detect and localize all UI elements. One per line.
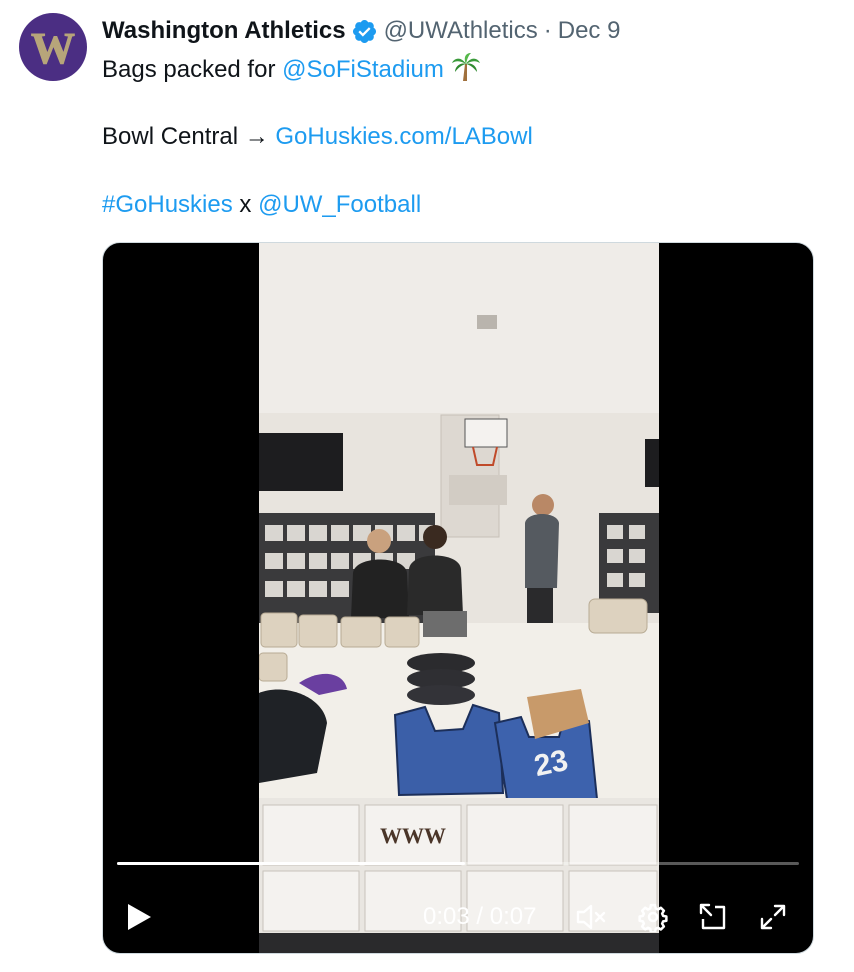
jersey-number: 23 <box>531 744 571 783</box>
svg-text:WWW: WWW <box>380 823 446 848</box>
video-controls: 0:03 / 0:07 <box>103 887 813 943</box>
video-progress-bar[interactable] <box>117 862 799 865</box>
text-plain: Bags packed for <box>102 56 283 83</box>
fullscreen-expand-icon <box>760 904 786 930</box>
tweet-text: Bags packed for @SoFiStadium Bowl Centra… <box>102 52 822 222</box>
tweet-text-line-3: #GoHuskies x @UW_Football <box>102 188 822 222</box>
video-player[interactable]: 23 WWW 0:03 / 0:07 <box>102 242 814 954</box>
video-still: 23 WWW <box>259 243 659 953</box>
palm-tree-icon <box>451 53 480 81</box>
play-button[interactable] <box>121 899 157 935</box>
fullscreen-button[interactable] <box>755 899 791 935</box>
mention-link-uw-football[interactable]: @UW_Football <box>258 191 421 218</box>
dock-icon <box>699 903 726 930</box>
speaker-muted-icon <box>576 904 606 930</box>
author-display-name[interactable]: Washington Athletics <box>102 14 346 48</box>
tweet-card[interactable]: W Washington Athletics @UWAthletics · De… <box>0 0 854 972</box>
video-progress-fill <box>117 862 465 865</box>
hashtag-link-gohuskies[interactable]: #GoHuskies <box>102 191 233 218</box>
video-time-display: 0:03 / 0:07 <box>423 903 537 930</box>
author-handle[interactable]: @UWAthletics <box>384 14 538 48</box>
mute-button[interactable] <box>573 899 609 935</box>
tweet-text-line-2: Bowl Central → GoHuskies.com/LABowl <box>102 120 822 154</box>
video-frame[interactable]: 23 WWW <box>259 243 659 953</box>
settings-button[interactable] <box>635 899 671 935</box>
tweet-timestamp[interactable]: Dec 9 <box>558 14 621 48</box>
play-icon <box>128 904 151 930</box>
mention-link-sofistadium[interactable]: @SoFiStadium <box>282 56 444 83</box>
dock-video-button[interactable] <box>695 899 731 935</box>
gear-icon <box>638 903 668 932</box>
verified-badge-icon[interactable] <box>351 18 378 45</box>
uw-w-logo-icon: W <box>31 25 76 69</box>
svg-text:W: W <box>31 25 75 69</box>
tweet-header: Washington Athletics @UWAthletics · Dec … <box>102 14 620 48</box>
url-link-labowl[interactable]: GoHuskies.com/LABowl <box>275 123 532 150</box>
text-plain: x <box>232 191 259 218</box>
header-separator: · <box>543 17 552 44</box>
text-plain: Bowl Central → <box>102 123 276 150</box>
author-avatar[interactable]: W <box>19 13 87 81</box>
tweet-text-line-1: Bags packed for @SoFiStadium <box>102 52 822 86</box>
